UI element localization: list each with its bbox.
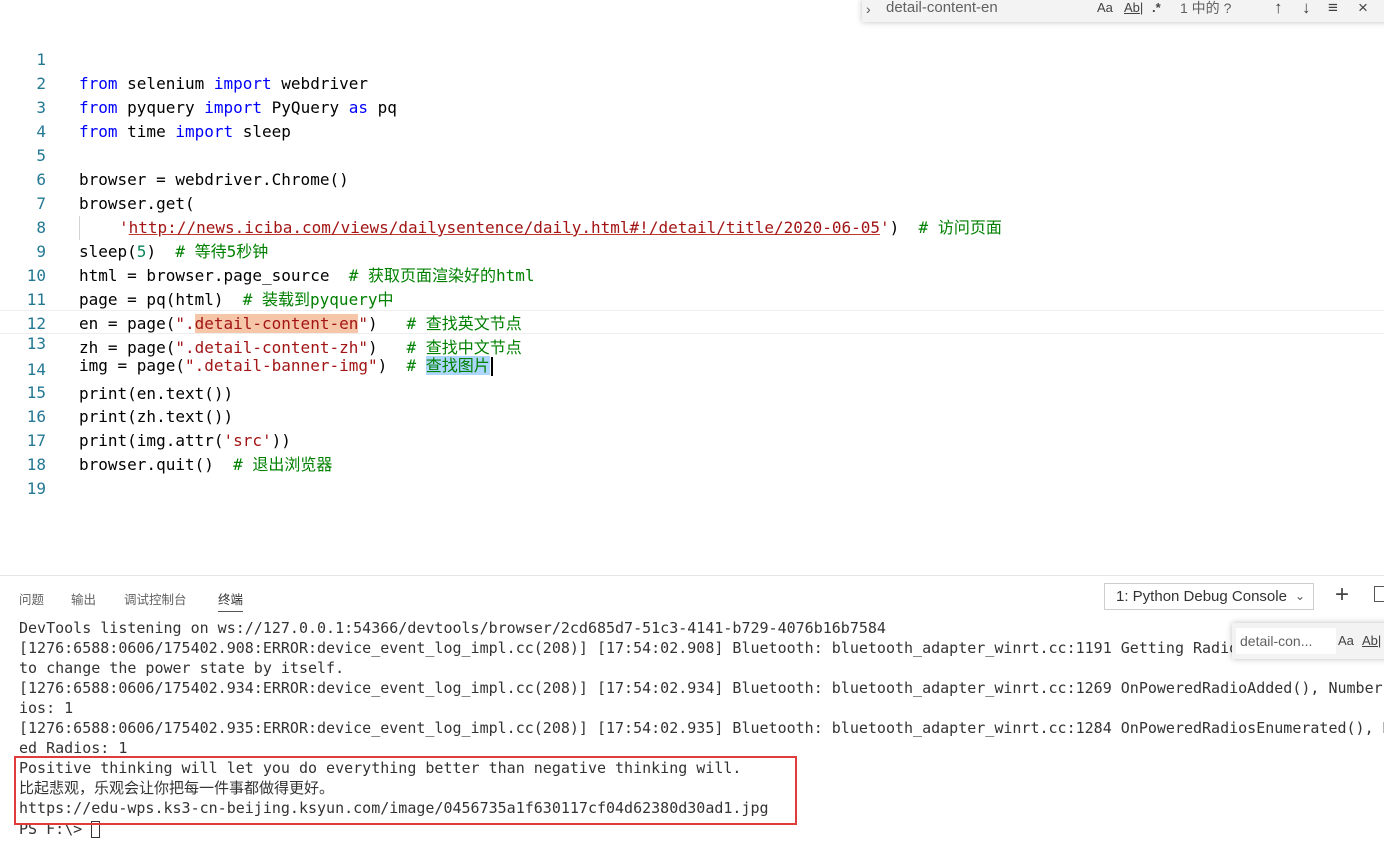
whole-word-icon[interactable]: Ab|	[1362, 628, 1381, 654]
terminal-line: ed Radios: 1	[19, 739, 128, 757]
terminal-line: DevTools listening on ws://127.0.0.1:543…	[19, 619, 886, 637]
code-line[interactable]: 9 html = browser.page_source # 获取页面渲染好的h…	[0, 216, 1384, 285]
code-line[interactable]: 19	[0, 453, 1384, 498]
match-case-icon[interactable]: Aa	[1097, 0, 1113, 19]
code-editor[interactable]: 1 from selenium import webdriver 2 from …	[0, 0, 1384, 575]
output-highlight-box	[14, 756, 797, 825]
close-find-icon[interactable]: ×	[1358, 0, 1368, 19]
code-line[interactable]: 10 page = pq(html) # 装载到pyquery中	[0, 240, 1384, 309]
code-line[interactable]: 6 browser.get(	[0, 144, 1384, 213]
terminal-line: to change the power state by itself.	[19, 659, 345, 677]
code-line-current[interactable]: 13 img = page(".detail-banner-img") # 查找…	[0, 310, 1384, 376]
terminal-line: [1276:6588:0606/175402.934:ERROR:device_…	[19, 679, 1383, 697]
code-line[interactable]: 3 from time import sleep	[0, 72, 1384, 141]
line-number: 19	[26, 479, 46, 498]
regex-icon[interactable]: .*	[1152, 0, 1161, 19]
find-in-selection-icon[interactable]: ≡	[1328, 0, 1338, 19]
code-line[interactable]: 1 from selenium import webdriver	[0, 24, 1384, 93]
code-line[interactable]: 2 from pyquery import PyQuery as pq	[0, 48, 1384, 117]
bottom-panel: 问题 输出 调试控制台 终端 1: Python Debug Console ⌄…	[0, 575, 1384, 863]
match-case-icon[interactable]: Aa	[1338, 628, 1354, 654]
toggle-replace-chevron-icon[interactable]: ›	[866, 0, 880, 22]
tab-terminal[interactable]: 终端	[218, 589, 244, 612]
tab-problems[interactable]: 问题	[19, 589, 44, 611]
terminal-select[interactable]: 1: Python Debug Console ⌄	[1104, 583, 1314, 610]
tab-debug-console[interactable]: 调试控制台	[124, 589, 187, 611]
split-terminal-icon[interactable]	[1374, 586, 1384, 602]
terminal-find-widget: detail-con... Aa Ab|	[1232, 623, 1384, 659]
code-line[interactable]: 8 sleep(5) # 等待5秒钟	[0, 192, 1384, 261]
add-terminal-icon[interactable]: +	[1335, 582, 1349, 608]
whole-word-icon[interactable]: Ab|	[1124, 0, 1143, 19]
terminal-line: [1276:6588:0606/175402.935:ERROR:device_…	[19, 719, 1384, 737]
terminal-find-input[interactable]: detail-con...	[1236, 628, 1336, 654]
terminal-select-value: 1: Python Debug Console	[1116, 588, 1287, 605]
code-line[interactable]: 12 zh = page(".detail-content-zh") # 查找中…	[0, 288, 1384, 357]
find-result-count: 1 中的 ?	[1180, 0, 1232, 16]
next-match-arrow-down-icon[interactable]: ↓	[1302, 0, 1311, 19]
chevron-down-icon: ⌄	[1294, 589, 1305, 603]
code-line[interactable]: 16 print(img.attr('src'))	[0, 381, 1384, 450]
code-line[interactable]: 18	[0, 429, 1384, 474]
code-line[interactable]: 15 print(zh.text())	[0, 357, 1384, 426]
find-widget: › detail-content-en Aa Ab| .* 1 中的 ? ↑ ↓…	[862, 0, 1384, 22]
code-line[interactable]: 11 en = page(".detail-content-en") # 查找英…	[0, 264, 1384, 333]
code-line[interactable]: 14 print(en.text())	[0, 334, 1384, 403]
code-line[interactable]: 5 browser = webdriver.Chrome()	[0, 120, 1384, 189]
code-line[interactable]: 4	[0, 96, 1384, 141]
terminal-line: [1276:6588:0606/175402.908:ERROR:device_…	[19, 639, 1239, 657]
code-line[interactable]: 17 browser.quit() # 退出浏览器	[0, 405, 1384, 474]
tab-output[interactable]: 输出	[71, 589, 96, 611]
find-input[interactable]: detail-content-en	[886, 0, 1076, 19]
terminal-line: ios: 1	[19, 699, 74, 717]
previous-match-arrow-up-icon[interactable]: ↑	[1274, 0, 1283, 19]
code-line[interactable]: 7 'http://news.iciba.com/views/dailysent…	[0, 168, 1384, 240]
